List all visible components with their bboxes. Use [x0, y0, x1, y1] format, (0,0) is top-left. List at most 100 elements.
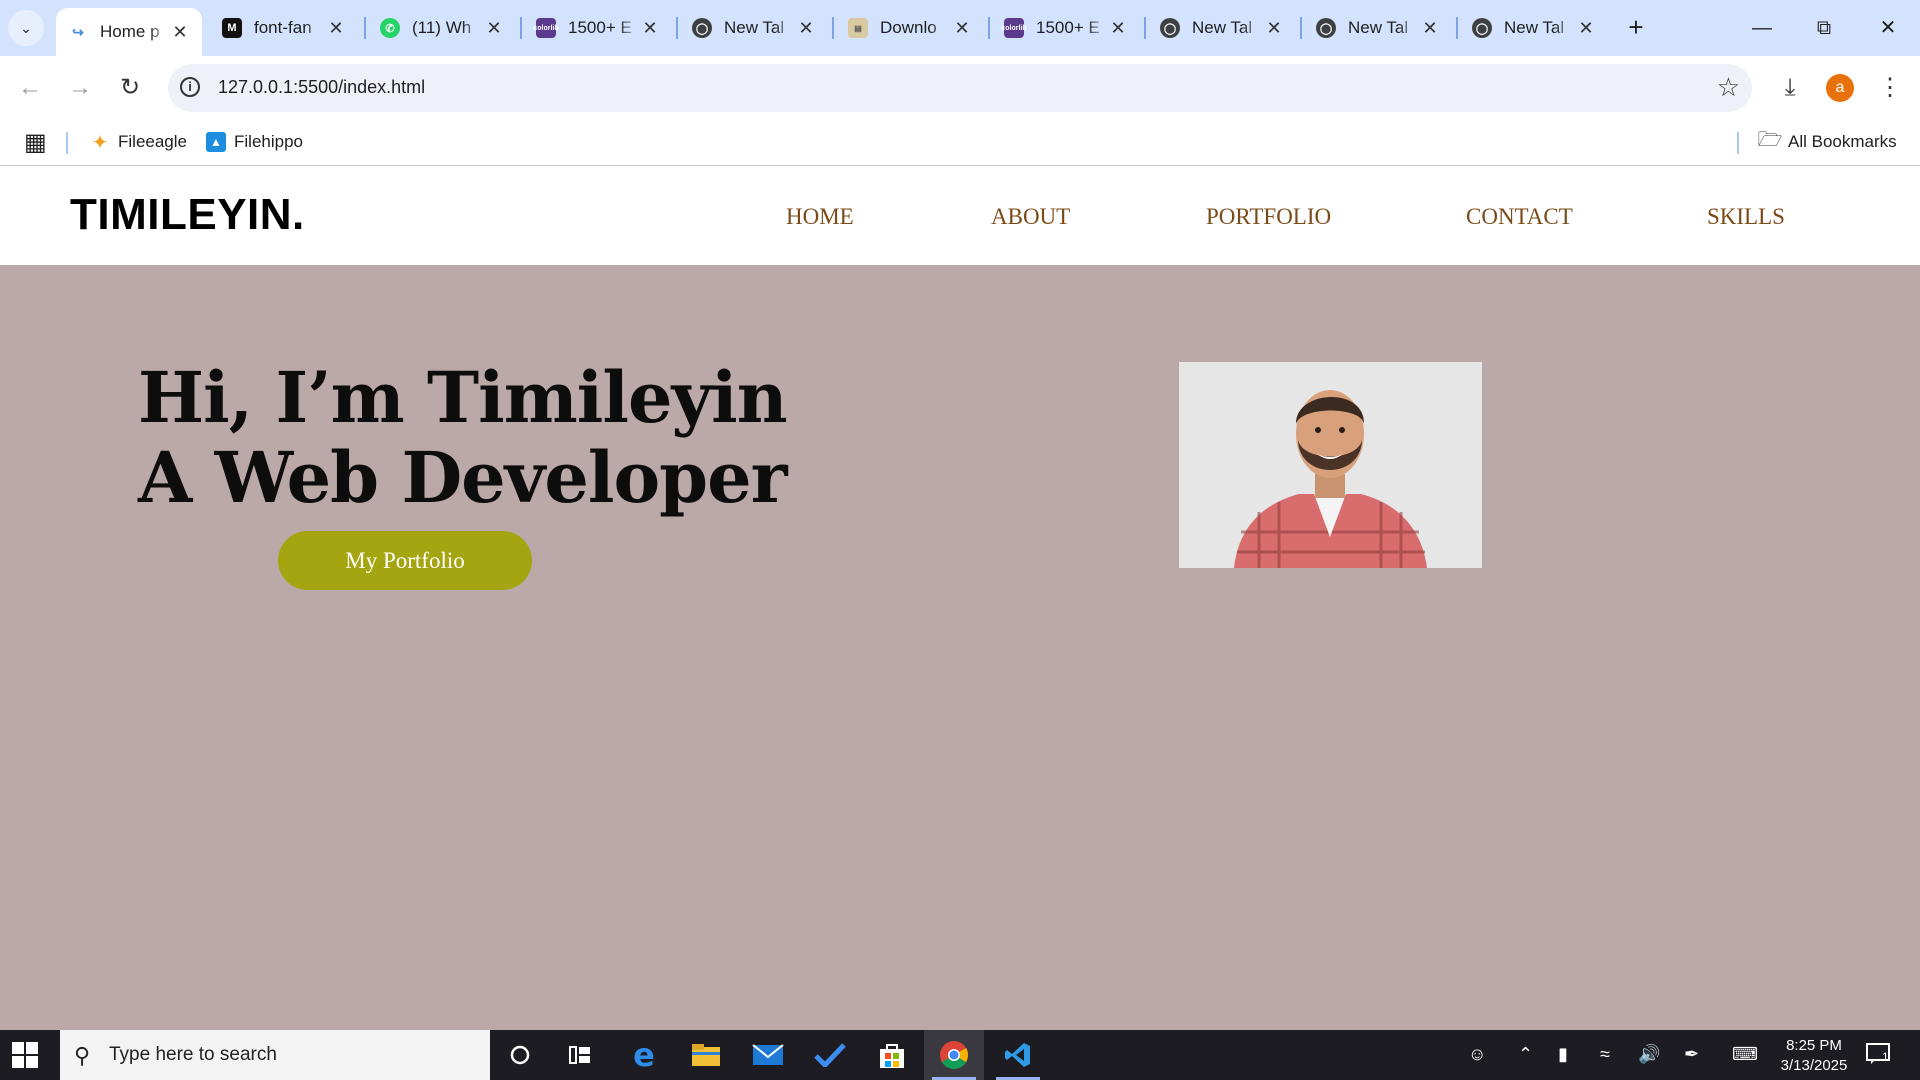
tab-divider	[988, 17, 990, 39]
mail-glyph	[752, 1044, 784, 1065]
nav-home[interactable]: HOME	[786, 204, 854, 230]
bookmark-divider	[66, 132, 68, 154]
chevron-down-icon: ⌄	[20, 19, 32, 36]
close-window-button[interactable]: ✕	[1868, 10, 1908, 46]
close-tab-icon[interactable]: ✕	[484, 18, 504, 39]
folder-icon: 🗁	[1757, 129, 1783, 151]
close-tab-icon[interactable]: ✕	[1420, 18, 1440, 39]
new-tab-button[interactable]: +	[1620, 12, 1652, 44]
task-view-icon[interactable]	[552, 1030, 608, 1080]
browser-tab[interactable]: ◯ New Tal ✕	[680, 8, 828, 48]
keyboard-icon[interactable]: ⌨	[1732, 1044, 1758, 1065]
pen-workspace-icon[interactable]: ✒	[1684, 1044, 1699, 1065]
close-tab-icon[interactable]: ✕	[1108, 18, 1128, 39]
browser-tab[interactable]: ↪ Home p ✕	[56, 8, 202, 56]
forward-button[interactable]: →	[64, 72, 96, 104]
clock-time: 8:25 PM	[1786, 1037, 1842, 1054]
site-logo[interactable]: TIMILEYIN.	[70, 190, 305, 240]
windows-start-icon[interactable]	[12, 1042, 38, 1068]
apps-grid-icon[interactable]: ▦	[24, 128, 47, 156]
reload-button[interactable]: ↻	[114, 72, 146, 104]
my-portfolio-button[interactable]: My Portfolio	[278, 531, 532, 590]
search-icon: ⚲	[74, 1043, 91, 1068]
fileeagle-icon: ✦	[91, 131, 109, 154]
nav-contact[interactable]: CONTACT	[1466, 204, 1573, 230]
browser-tab[interactable]: ✆ (11) Wh ✕	[368, 8, 516, 48]
microsoft-store-icon[interactable]	[864, 1030, 920, 1080]
windows-taskbar: ⚲ Type here to search e ☺ ⌃ ▮ ≈ 🔊 ✒ ⌨ 8:…	[0, 1030, 1920, 1080]
chrome-icon: ◯	[1316, 18, 1336, 38]
nav-portfolio[interactable]: PORTFOLIO	[1206, 204, 1331, 230]
tab-title: Downlo	[880, 18, 937, 37]
task-view-glyph	[569, 1046, 590, 1064]
colorlib-icon: colorlib	[533, 18, 559, 38]
menu-kebab-icon[interactable]: ⋮	[1872, 70, 1908, 106]
file-explorer-icon[interactable]	[678, 1030, 734, 1080]
taskbar-search[interactable]: ⚲ Type here to search	[60, 1030, 490, 1080]
restore-button[interactable]: ⧉	[1804, 10, 1844, 46]
folder-glyph	[692, 1044, 720, 1066]
browser-tab[interactable]: colorlib 1500+ E ✕	[524, 8, 672, 48]
battery-icon[interactable]: ▮	[1558, 1044, 1568, 1065]
tab-strip: ⌄ ↪ Home p ✕ M font-fan ✕ ✆ (11) Wh ✕ co…	[0, 0, 1920, 56]
show-hidden-icons-chevron[interactable]: ⌃	[1518, 1044, 1533, 1065]
close-tab-icon[interactable]: ✕	[952, 18, 972, 39]
vscode-icon[interactable]	[988, 1030, 1048, 1080]
browser-tab[interactable]: ◯ New Tal ✕	[1460, 8, 1608, 48]
downloads-icon[interactable]: ⤓	[1772, 70, 1808, 106]
download-site-icon: ▤	[848, 18, 868, 38]
site-header: TIMILEYIN. HOME ABOUT PORTFOLIO CONTACT …	[0, 166, 1920, 265]
wifi-icon[interactable]: ≈	[1600, 1044, 1610, 1065]
mail-icon[interactable]	[740, 1030, 796, 1080]
tab-divider	[676, 17, 678, 39]
back-button[interactable]: ←	[14, 72, 46, 104]
close-tab-icon[interactable]: ✕	[170, 22, 190, 43]
tab-divider	[1144, 17, 1146, 39]
tab-title: New Tal	[724, 18, 785, 37]
notification-glyph	[1866, 1043, 1890, 1064]
nav-about[interactable]: ABOUT	[991, 204, 1070, 230]
address-bar[interactable]: i 127.0.0.1:5500/index.html ☆	[168, 64, 1752, 112]
medium-icon: M	[222, 18, 242, 38]
browser-tab[interactable]: ▤ Downlo ✕	[836, 8, 984, 48]
browser-tab[interactable]: M font-fan ✕	[210, 8, 358, 48]
profile-avatar[interactable]: a	[1826, 74, 1854, 102]
tab-title: New Tal	[1192, 18, 1253, 37]
whatsapp-icon: ✆	[380, 18, 400, 38]
browser-tab[interactable]: ◯ New Tal ✕	[1148, 8, 1296, 48]
people-icon[interactable]: ☺	[1468, 1044, 1486, 1065]
edge-icon[interactable]: e	[616, 1030, 672, 1080]
checkmark-glyph	[814, 1043, 846, 1067]
bookmark-fileeagle[interactable]: ✦ Fileeagle	[90, 128, 187, 156]
chrome-taskbar-icon[interactable]	[924, 1030, 984, 1080]
cortana-icon[interactable]	[492, 1030, 548, 1080]
browser-tab[interactable]: colorlib 1500+ E ✕	[992, 8, 1140, 48]
store-bag-glyph	[880, 1044, 904, 1068]
close-tab-icon[interactable]: ✕	[640, 18, 660, 39]
close-tab-icon[interactable]: ✕	[1264, 18, 1284, 39]
nav-skills[interactable]: SKILLS	[1707, 204, 1785, 230]
browser-tab[interactable]: ◯ New Tal ✕	[1304, 8, 1452, 48]
chrome-icon: ◯	[1472, 18, 1492, 38]
close-tab-icon[interactable]: ✕	[1576, 18, 1596, 39]
tab-title: 1500+ E	[568, 18, 632, 37]
minimize-button[interactable]: —	[1742, 10, 1782, 46]
notification-center-icon[interactable]: 1	[1866, 1042, 1894, 1066]
close-tab-icon[interactable]: ✕	[326, 18, 346, 39]
todo-icon[interactable]	[802, 1030, 858, 1080]
bookmark-star-icon[interactable]: ☆	[1717, 72, 1740, 103]
tab-title: Home p	[100, 22, 160, 41]
browser-toolbar: ← → ↻ i 127.0.0.1:5500/index.html ☆ ⤓ a …	[0, 56, 1920, 120]
search-placeholder: Type here to search	[109, 1044, 277, 1065]
site-info-icon[interactable]: i	[180, 77, 200, 97]
tab-search-button[interactable]: ⌄	[8, 10, 44, 46]
tab-divider	[1300, 17, 1302, 39]
tab-divider	[832, 17, 834, 39]
bookmark-label: Fileeagle	[118, 132, 187, 151]
chrome-icon: ◯	[692, 18, 712, 38]
bookmark-filehippo[interactable]: ▲ Filehippo	[206, 128, 303, 156]
all-bookmarks-button[interactable]: 🗁 All Bookmarks	[1757, 128, 1897, 156]
close-tab-icon[interactable]: ✕	[796, 18, 816, 39]
volume-icon[interactable]: 🔊	[1638, 1044, 1660, 1065]
system-clock[interactable]: 8:25 PM 3/13/2025	[1766, 1036, 1862, 1076]
